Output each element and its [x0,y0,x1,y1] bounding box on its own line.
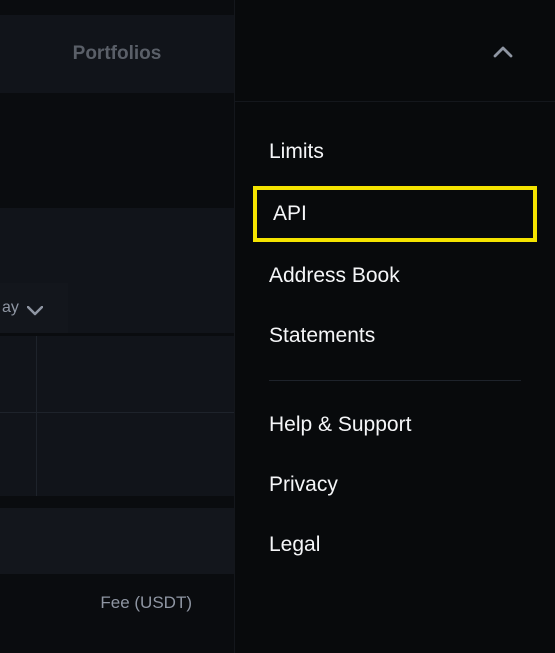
menu-item-label: Legal [269,533,320,556]
chevron-down-icon [27,303,43,313]
menu-item-label: Limits [269,140,324,163]
menu-item-label: Statements [269,324,375,347]
table-horizontal-divider [0,412,234,413]
table-vertical-divider [36,336,37,496]
fee-label: Fee (USDT) [0,593,192,613]
side-panel: Limits API Address Book Statements Help … [234,0,555,653]
menu-item-api[interactable]: API [253,186,537,242]
dropdown-partial-text: ay [2,299,19,317]
menu-divider [269,380,521,381]
menu-item-label: Help & Support [269,413,411,436]
menu-item-label: Address Book [269,264,400,287]
chevron-up-icon [493,45,513,57]
menu-item-statements[interactable]: Statements [269,306,521,366]
menu-item-help-support[interactable]: Help & Support [269,395,521,455]
content-band-3 [0,508,234,574]
dropdown-partial[interactable]: ay [0,283,68,333]
side-panel-menu: Limits API Address Book Statements Help … [235,102,555,575]
tab-portfolios[interactable]: Portfolios [0,15,234,93]
tab-portfolios-label: Portfolios [73,43,162,65]
menu-item-label: Privacy [269,473,338,496]
menu-item-legal[interactable]: Legal [269,515,521,575]
menu-item-address-book[interactable]: Address Book [269,246,521,306]
menu-item-label: API [273,202,307,225]
main-area: Portfolios ay Fee (USDT) [0,0,234,653]
menu-item-privacy[interactable]: Privacy [269,455,521,515]
side-panel-header[interactable] [235,0,555,102]
menu-item-limits[interactable]: Limits [269,122,521,182]
